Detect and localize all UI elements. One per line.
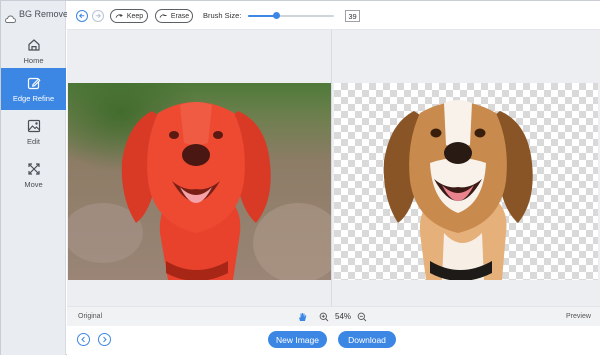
erase-label: Erase [170,12,190,20]
sidebar-item-label: Move [24,179,43,189]
canvas-workspace [67,30,600,306]
brush-plus-icon [115,14,123,18]
zoom-level: 54% [335,312,352,321]
undo-icon [78,13,85,19]
preview-image[interactable] [334,83,598,280]
pane-divider [331,30,332,306]
sidebar-item-label: Edge Refine [12,93,55,103]
chevron-left-icon [81,336,85,343]
bottom-bar: New Image Download [67,326,600,355]
keep-label: Keep [126,12,144,20]
undo-button[interactable] [76,10,88,22]
sidebar-item-move[interactable]: Move [1,154,66,196]
keep-button[interactable]: Keep [110,9,148,23]
previous-button[interactable] [77,333,90,346]
zoom-in-icon [319,312,328,321]
zoom-out-button[interactable] [356,311,367,322]
dog-photo-with-mask [68,83,331,280]
chevron-right-icon [103,336,107,343]
sidebar-item-edit[interactable]: Edit [1,111,66,153]
toolbar: Keep Erase Brush Size: 39 [67,1,600,30]
home-icon [27,38,40,51]
edit-pen-icon [27,77,40,89]
sidebar-item-home[interactable]: Home [1,30,66,72]
brush-size-label: Brush Size: [203,11,242,20]
sidebar-item-label: Edit [27,136,40,146]
redo-button[interactable] [92,10,104,22]
preview-label: Preview [566,313,591,320]
hand-icon [299,312,307,321]
new-image-button[interactable]: New Image [268,331,327,348]
sidebar-item-edge-refine[interactable]: Edge Refine [1,68,66,110]
status-bar: Original 54% Preview [67,306,600,326]
next-button[interactable] [98,333,111,346]
image-edit-icon [27,119,40,132]
redo-icon [95,13,102,19]
move-arrows-icon [27,162,40,175]
app-title: BG Remover [19,9,72,19]
original-label: Original [78,313,103,320]
download-button[interactable]: Download [338,331,396,348]
brush-minus-icon [159,14,167,18]
brush-size-slider[interactable] [248,12,334,19]
original-image[interactable] [68,83,331,280]
erase-button[interactable]: Erase [155,9,193,23]
app-brand: BG Remover [5,9,72,23]
zoom-in-button[interactable] [318,311,329,322]
dog-cutout-preview [383,100,533,280]
brush-size-value[interactable]: 39 [345,10,360,22]
zoom-out-icon [357,312,366,321]
sidebar-item-label: Home [23,55,44,65]
hand-tool-button[interactable] [297,311,308,322]
sidebar: BG Remover Home Edge Refine Edit Move [1,1,71,355]
app-window: BG Remover Home Edge Refine Edit Move Ke… [0,0,600,355]
brush-size-thumb[interactable] [272,12,280,19]
cloud-logo-icon [5,10,16,23]
